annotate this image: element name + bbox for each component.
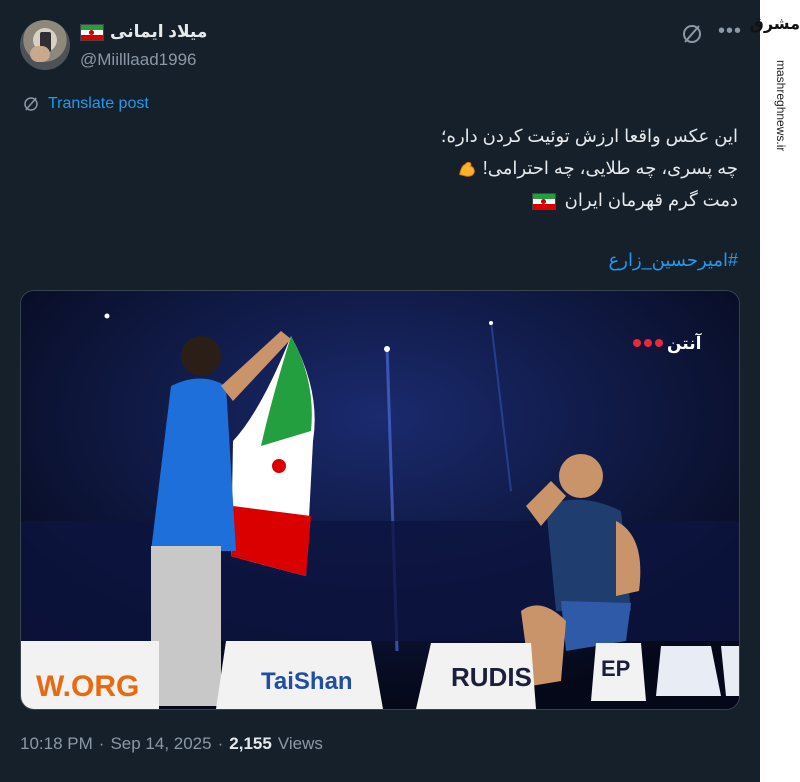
watermark-strip: مشرق mashreghnews.ir — [749, 0, 800, 782]
translate-icon — [24, 97, 38, 111]
hand-image — [30, 46, 50, 62]
hashtag-link[interactable]: #امیرحسین_زارع — [98, 244, 738, 276]
timestamp-row: 10:18 PM · Sep 14, 2025 · 2,155 Views — [20, 734, 323, 754]
name-row: میلاد ایمانی — [80, 22, 207, 42]
post-text: این عکس واقعا ارزش توئیت کردن داره؛ چه پ… — [98, 120, 738, 276]
separator: · — [98, 734, 105, 753]
iran-flag-icon — [80, 23, 104, 41]
separator: · — [217, 734, 224, 753]
wrestling-scene-image: W.ORG TaiShan RUDIS EP آنتن — [21, 291, 739, 709]
watermark-logo: مشرق — [749, 16, 800, 33]
post-line-1: این عکس واقعا ارزش توئیت کردن داره؛ — [440, 126, 738, 146]
iran-flag-icon — [531, 192, 556, 210]
sponsor-board-mid: TaiShan — [216, 641, 383, 709]
post-date[interactable]: Sep 14, 2025 — [110, 734, 211, 754]
views-label: Views — [277, 734, 323, 753]
user-handle[interactable]: @Miilllaad1996 — [80, 50, 197, 70]
flexed-biceps-icon — [458, 162, 475, 178]
channel-logo-text: آنتن — [667, 332, 703, 354]
avatar[interactable] — [20, 20, 70, 70]
display-name[interactable]: میلاد ایمانی — [110, 22, 207, 42]
watermark-site: mashreghnews.ir — [774, 60, 788, 152]
post-line-3: دمت گرم قهرمان ایران — [564, 190, 738, 210]
post-line-2: چه پسری، چه طلایی، چه احترامی! — [482, 158, 738, 178]
translate-label: Translate post — [48, 95, 149, 112]
tweet: میلاد ایمانی @Miilllaad1996 ••• Translat… — [0, 0, 760, 782]
more-options-icon[interactable]: ••• — [718, 20, 742, 43]
post-line-2-wrap: چه پسری، چه طلایی، چه احترامی! — [98, 152, 738, 184]
post-time[interactable]: 10:18 PM — [20, 734, 93, 754]
translate-post-link[interactable]: Translate post — [22, 95, 149, 113]
sponsor-right-tail-text: EP — [601, 656, 630, 681]
sponsor-left-text: W.ORG — [36, 670, 139, 703]
post-photo[interactable]: W.ORG TaiShan RUDIS EP آنتن — [20, 290, 740, 710]
post-line-3-wrap: دمت گرم قهرمان ایران — [98, 184, 738, 216]
sponsor-mid-text: TaiShan — [261, 668, 353, 695]
sponsor-right-text: RUDIS — [451, 662, 532, 692]
grok-icon[interactable] — [680, 22, 704, 46]
sponsor-board-left: W.ORG — [21, 641, 159, 709]
views-count: 2,155 — [229, 734, 272, 753]
